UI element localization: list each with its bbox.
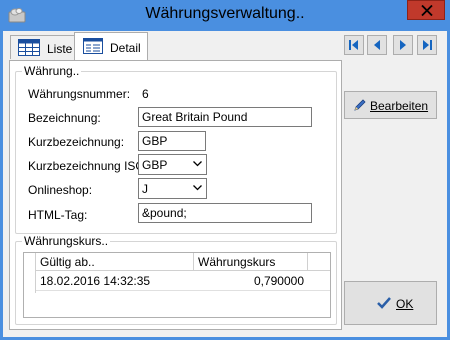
html-tag-field[interactable]: &pound; bbox=[138, 203, 312, 223]
chevron-down-icon bbox=[193, 161, 202, 167]
column-header-rate[interactable]: Währungskurs bbox=[194, 253, 308, 271]
title-bar[interactable]: Währungsverwaltung.. bbox=[0, 0, 450, 31]
last-record-button[interactable] bbox=[417, 35, 437, 55]
edit-button[interactable]: Bearbeiten bbox=[344, 91, 437, 119]
row-indicator-column bbox=[24, 253, 36, 293]
tab-detail[interactable]: Detail bbox=[74, 32, 148, 61]
onlineshop-select[interactable]: J bbox=[138, 178, 207, 199]
next-record-icon bbox=[400, 40, 406, 50]
name-label: Bezeichnung: bbox=[28, 111, 101, 125]
close-button[interactable] bbox=[407, 0, 445, 20]
cell-rate: 0,790000 bbox=[253, 274, 304, 288]
html-tag-label: HTML-Tag: bbox=[28, 208, 88, 222]
first-record-icon bbox=[349, 40, 358, 50]
last-record-icon bbox=[423, 40, 432, 50]
short-name-field[interactable]: GBP bbox=[138, 131, 206, 151]
pencil-icon bbox=[354, 99, 366, 111]
onlineshop-label: Onlineshop: bbox=[28, 183, 93, 197]
window-title: Währungsverwaltung.. bbox=[145, 5, 305, 22]
next-record-button[interactable] bbox=[393, 35, 413, 55]
previous-record-icon bbox=[374, 40, 380, 50]
table-row[interactable]: 18.02.2016 14:32:35 0,790000 bbox=[36, 271, 330, 291]
short-name-label: Kurzbezeichnung: bbox=[28, 135, 125, 149]
window-client: Liste Detail Währung.. Währungsnummer: 6… bbox=[3, 31, 447, 337]
currency-group: Währung.. Währungsnummer: 6 Bezeichnung:… bbox=[15, 64, 337, 234]
cell-valid-from: 18.02.2016 14:32:35 bbox=[40, 274, 151, 288]
currency-group-legend: Währung.. bbox=[22, 64, 82, 78]
form-icon bbox=[83, 38, 103, 54]
ok-button[interactable]: OK bbox=[344, 281, 437, 325]
name-field[interactable]: Great Britain Pound bbox=[138, 107, 312, 127]
checkmark-icon bbox=[377, 297, 391, 309]
exchange-rate-group-legend: Währungskurs.. bbox=[22, 234, 111, 248]
tab-liste-label: Liste bbox=[47, 42, 73, 56]
tab-detail-label: Detail bbox=[110, 41, 141, 55]
detail-panel: Währung.. Währungsnummer: 6 Bezeichnung:… bbox=[9, 60, 342, 330]
ok-button-label: OK bbox=[396, 297, 414, 311]
onlineshop-value: J bbox=[142, 182, 148, 196]
currency-number-label: Währungsnummer: bbox=[28, 87, 131, 101]
iso-code-label: Kurzbezeichnung ISO: bbox=[28, 159, 149, 173]
edit-button-label: Bearbeiten bbox=[370, 99, 429, 113]
first-record-button[interactable] bbox=[344, 35, 364, 55]
close-icon bbox=[421, 5, 433, 16]
iso-code-value: GBP bbox=[142, 158, 168, 172]
exchange-rate-table[interactable]: Gültig ab.. Währungskurs 18.02.2016 14:3… bbox=[23, 252, 331, 318]
exchange-rate-group: Währungskurs.. Gültig ab.. Währungskurs … bbox=[15, 234, 337, 325]
app-window: Währungsverwaltung.. Liste Detail Währun… bbox=[0, 0, 450, 340]
tab-liste[interactable]: Liste bbox=[10, 35, 76, 59]
table-header: Gültig ab.. Währungskurs bbox=[36, 253, 330, 271]
chevron-down-icon bbox=[193, 185, 202, 191]
column-header-valid-from[interactable]: Gültig ab.. bbox=[36, 253, 194, 271]
iso-code-select[interactable]: GBP bbox=[138, 154, 207, 175]
previous-record-button[interactable] bbox=[367, 35, 387, 55]
table-icon bbox=[18, 39, 40, 56]
currency-number-value: 6 bbox=[142, 87, 149, 101]
